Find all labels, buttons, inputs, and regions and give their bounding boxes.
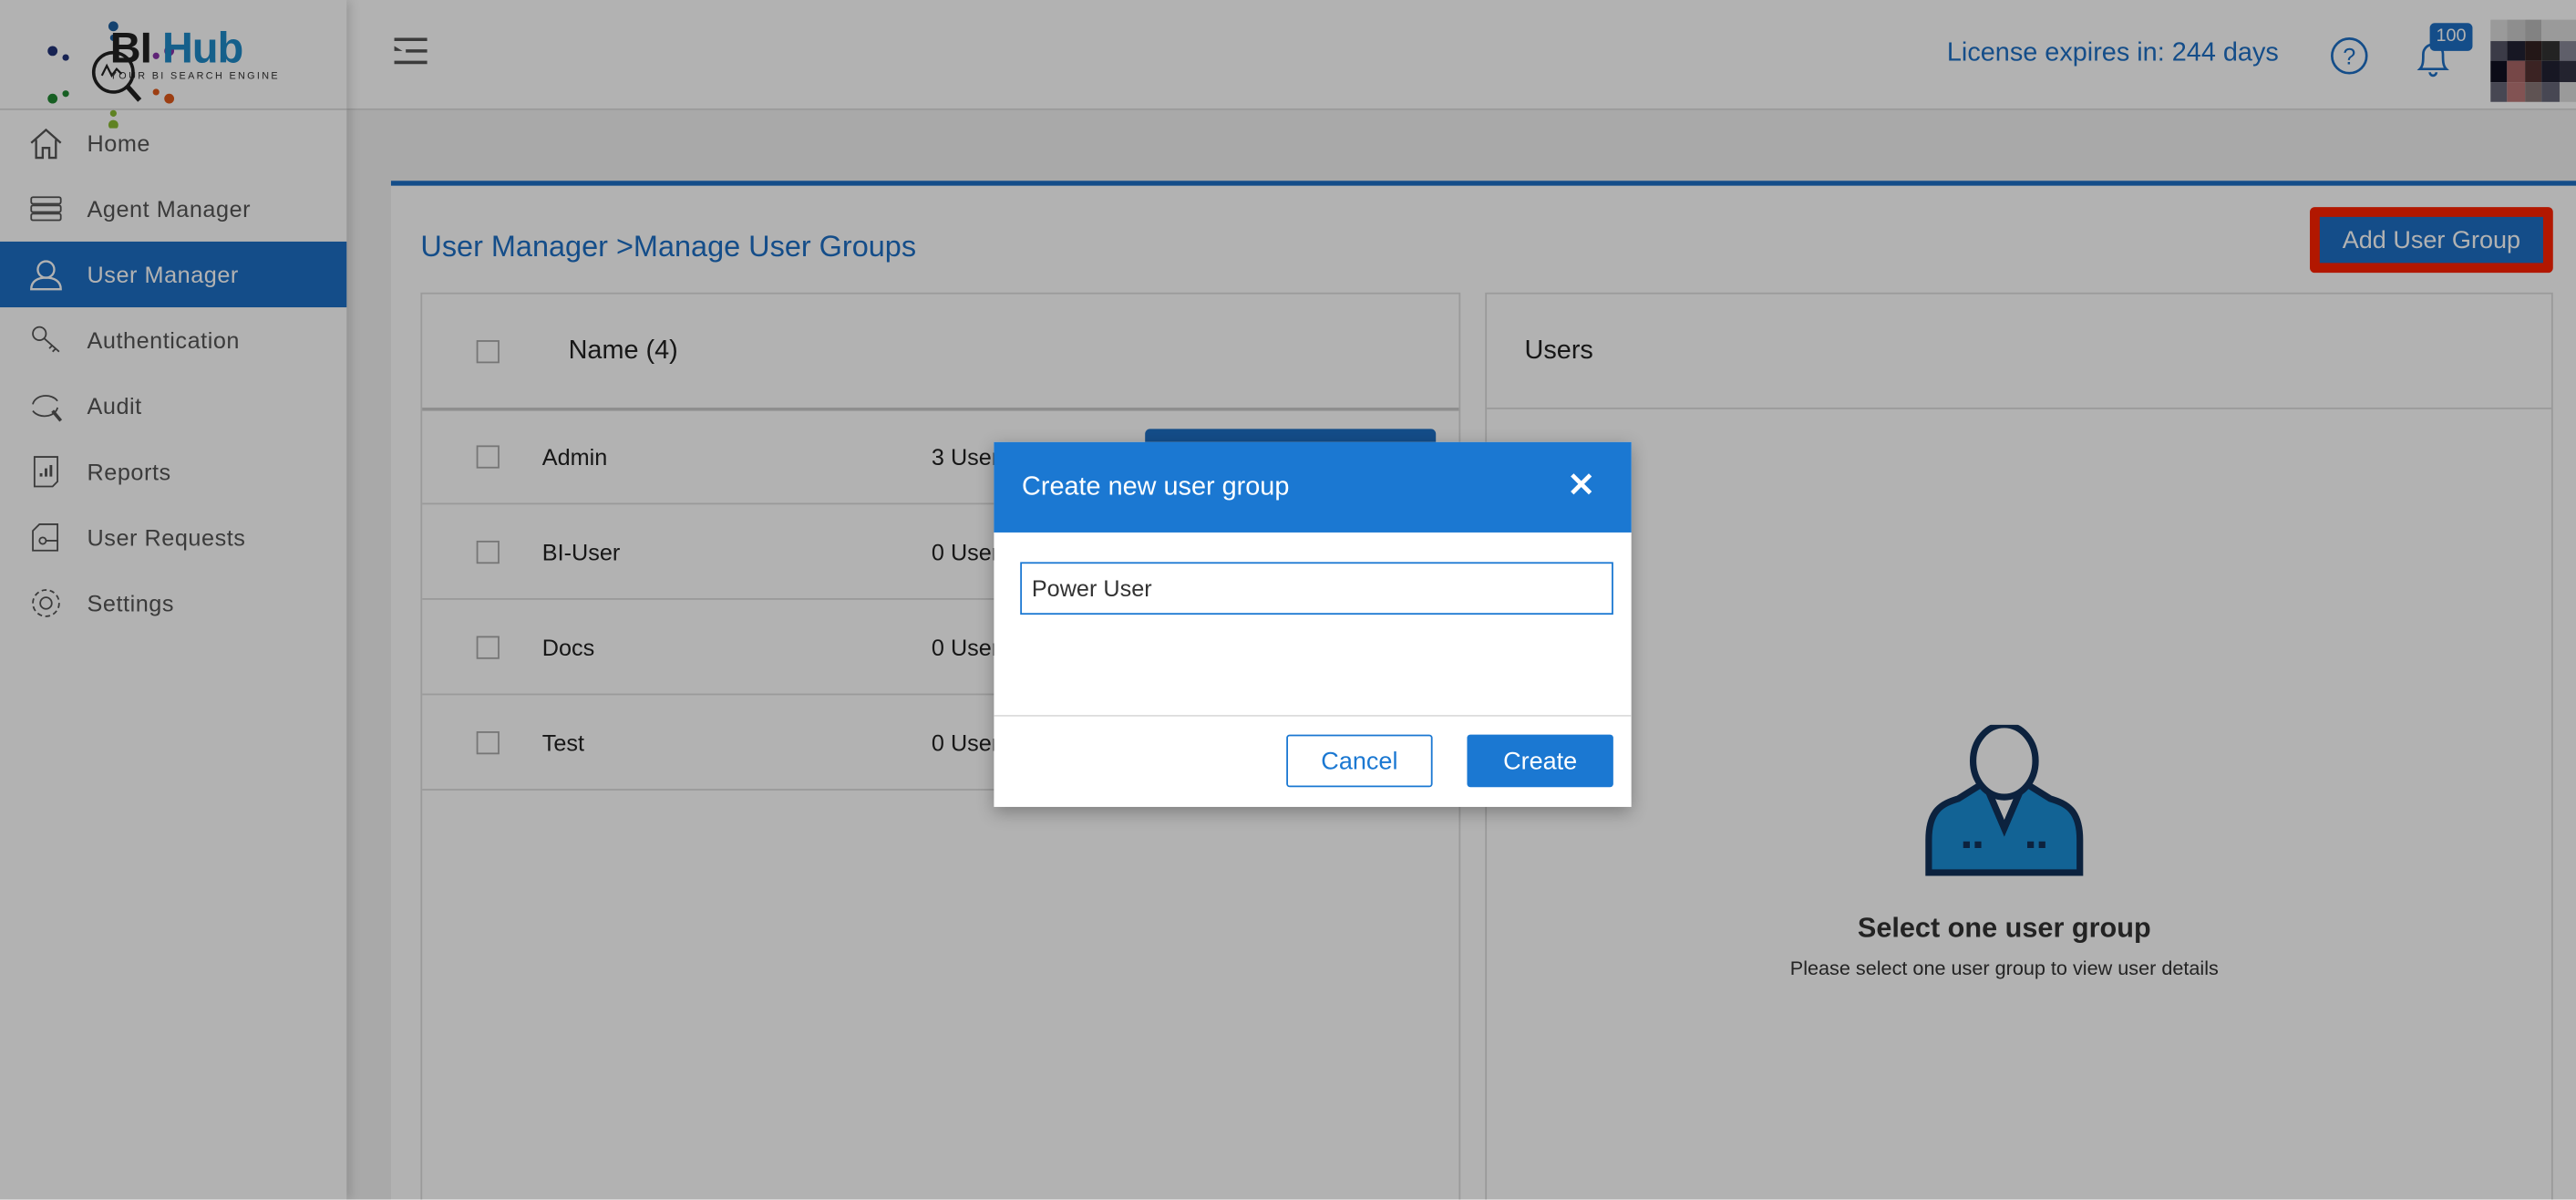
group-name-input[interactable] bbox=[1020, 562, 1613, 616]
cancel-button[interactable]: Cancel bbox=[1286, 734, 1433, 788]
create-button[interactable]: Create bbox=[1467, 734, 1613, 788]
create-user-group-dialog: Create new user group Cancel Create bbox=[994, 441, 1632, 807]
app: License expires in: 244 days ? 100 BI Hu… bbox=[0, 0, 2576, 1200]
dialog-divider bbox=[994, 715, 1632, 717]
dialog-title: Create new user group bbox=[1022, 473, 1290, 502]
dialog-header: Create new user group bbox=[994, 441, 1632, 533]
close-icon[interactable] bbox=[1571, 473, 1592, 495]
